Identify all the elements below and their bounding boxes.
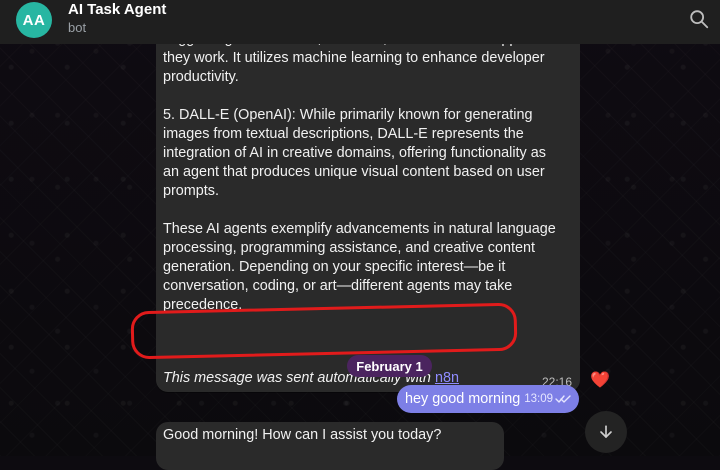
- message-bubble-bot-long[interactable]: suggesting lines of code, functions, or …: [156, 30, 580, 392]
- message-list[interactable]: suggesting lines of code, functions, or …: [0, 30, 720, 470]
- message-line-productivity: productivity.: [163, 69, 239, 85]
- search-button[interactable]: [688, 8, 710, 30]
- message-item-5: 5. DALL-E (OpenAI): While primarily know…: [163, 107, 546, 199]
- message-bubble-user[interactable]: hey good morning 13:09: [397, 385, 579, 413]
- reaction-heart[interactable]: ❤️: [588, 368, 612, 392]
- chevron-down-icon: [600, 425, 612, 438]
- message-summary: These AI agents exemplify advancements i…: [163, 221, 556, 313]
- avatar[interactable]: AA: [16, 2, 52, 38]
- n8n-link[interactable]: n8n: [435, 370, 459, 386]
- message-time: 13:09: [524, 393, 553, 405]
- chat-title[interactable]: AI Task Agent: [68, 1, 166, 18]
- chat-header: AA AI Task Agent bot: [0, 0, 720, 44]
- search-icon: [690, 10, 709, 29]
- heart-icon: ❤️: [590, 372, 610, 389]
- message-text: Good morning! How can I assist you today…: [163, 427, 442, 443]
- message-text: hey good morning: [405, 391, 521, 407]
- message-bubble-bot-reply[interactable]: Good morning! How can I assist you today…: [156, 422, 504, 470]
- message-line-work: they work. It utilizes machine learning …: [163, 50, 545, 66]
- date-separator: February 1: [347, 355, 432, 377]
- scroll-down-button[interactable]: [585, 411, 627, 453]
- chat-subtitle: bot: [68, 20, 87, 35]
- message-text: suggesting lines of code, functions, or …: [163, 30, 563, 315]
- double-check-icon: [555, 395, 571, 403]
